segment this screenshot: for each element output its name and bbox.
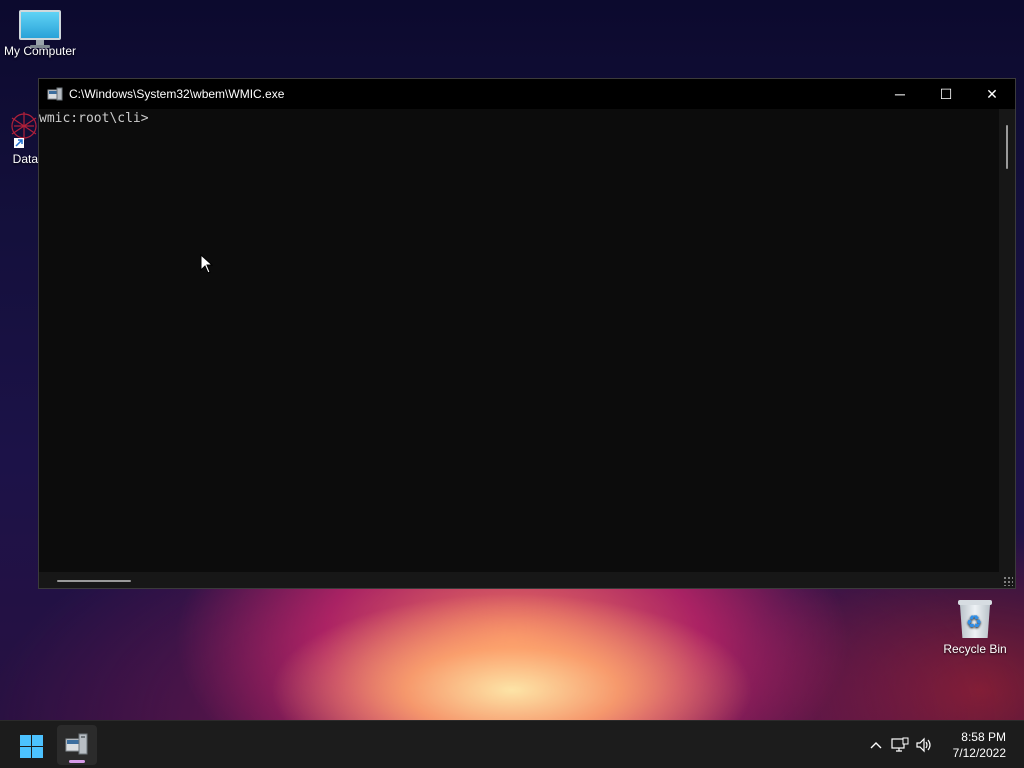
network-icon[interactable]: [888, 733, 912, 757]
console-prompt: wmic:root\cli>: [39, 111, 149, 126]
maximize-button[interactable]: ☐: [923, 79, 969, 109]
resize-grip[interactable]: [1003, 576, 1013, 586]
window-title: C:\Windows\System32\wbem\WMIC.exe: [69, 87, 285, 101]
wmic-console-window[interactable]: C:\Windows\System32\wbem\WMIC.exe ─ ☐ ✕ …: [38, 78, 1016, 589]
minimize-button[interactable]: ─: [877, 79, 923, 109]
wmic-app-icon: [47, 86, 63, 102]
volume-icon[interactable]: [912, 733, 936, 757]
desktop-icon-label: Recycle Bin: [943, 642, 1007, 656]
close-icon: ✕: [986, 85, 998, 102]
clock-date: 7/12/2022: [952, 746, 1006, 760]
horizontal-scrollbar[interactable]: [39, 572, 1015, 588]
horizontal-scroll-thumb[interactable]: [57, 580, 131, 582]
mouse-pointer-icon: [200, 253, 214, 274]
taskbar-app-wmic[interactable]: [57, 725, 97, 765]
chevron-up-icon[interactable]: [864, 733, 888, 757]
title-bar[interactable]: C:\Windows\System32\wbem\WMIC.exe ─ ☐ ✕: [39, 79, 1015, 109]
taskbar: 8:58 PM 7/12/2022: [0, 720, 1024, 768]
running-indicator: [69, 760, 85, 763]
maximize-icon: ☐: [939, 85, 953, 102]
recycle-bin-icon: ♻: [957, 598, 993, 640]
console-output[interactable]: wmic:root\cli>: [39, 109, 999, 572]
clock-time: 8:58 PM: [961, 730, 1006, 744]
vertical-scroll-thumb[interactable]: [1006, 125, 1008, 169]
wmic-taskbar-icon: [65, 733, 88, 755]
minimize-icon: ─: [895, 86, 905, 102]
clock[interactable]: 8:58 PM 7/12/2022: [953, 729, 1006, 761]
vertical-scrollbar[interactable]: [999, 109, 1015, 572]
computer-icon: [19, 10, 61, 48]
desktop-icon-my-computer[interactable]: My Computer: [0, 10, 80, 58]
start-button[interactable]: [16, 731, 46, 761]
dataw-app-icon: [4, 108, 40, 150]
desktop-icon-recycle-bin[interactable]: ♻ Recycle Bin: [935, 598, 1015, 656]
system-tray: [864, 721, 936, 768]
close-button[interactable]: ✕: [969, 79, 1015, 109]
